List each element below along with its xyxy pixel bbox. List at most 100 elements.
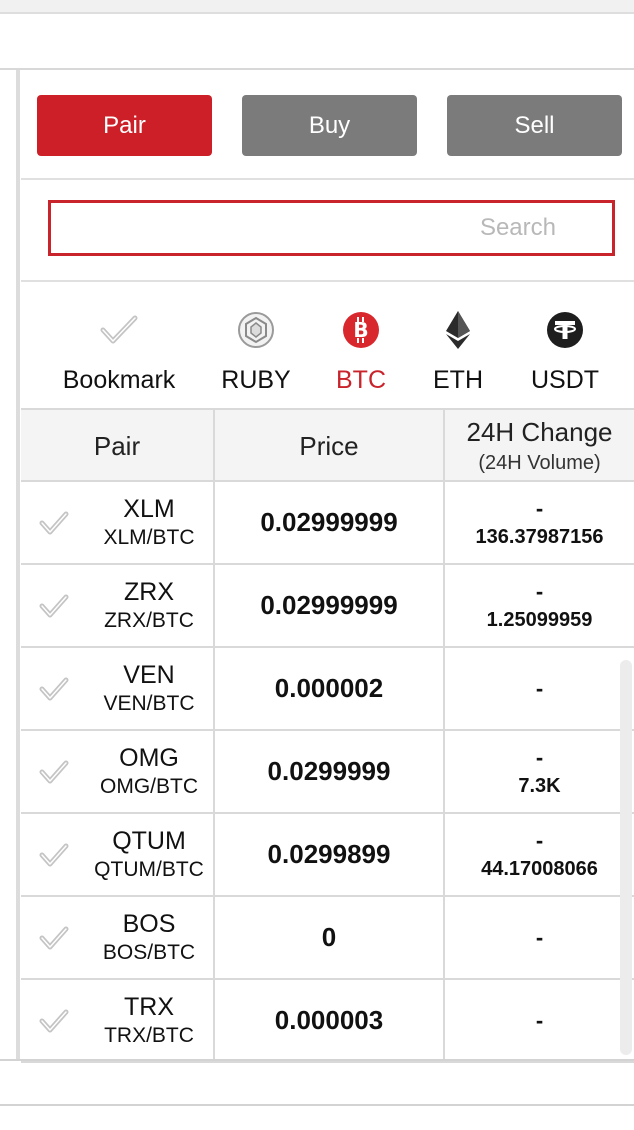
coin-symbol: OMG <box>119 744 179 772</box>
table-row[interactable]: BOS BOS/BTC 0 - <box>21 897 634 980</box>
header-sublabel: (24H Volume) <box>478 452 601 474</box>
market-usdt[interactable]: USDT <box>527 284 603 408</box>
search-input[interactable] <box>51 203 612 253</box>
coin-symbol: ZRX <box>124 578 174 606</box>
cell-pair: TRX TRX/BTC <box>21 980 215 1061</box>
pair-table: Pair Price 24H Change (24H Volume) XLM XL… <box>21 408 634 1063</box>
coin-symbol: TRX <box>124 993 174 1021</box>
tab-buy[interactable]: Buy <box>242 95 417 156</box>
change-value: - <box>535 579 544 604</box>
change-value: - <box>535 496 544 521</box>
coin-symbol: VEN <box>123 661 175 689</box>
coin-pair: XLM/BTC <box>103 526 195 549</box>
change-value: - <box>535 675 544 701</box>
market-label: Bookmark <box>62 366 176 394</box>
coin-pair: VEN/BTC <box>103 692 195 715</box>
market-panel: Pair Buy Sell Bookmark <box>21 70 634 1063</box>
table-header: Pair Price 24H Change (24H Volume) <box>21 408 634 482</box>
volume-value: 1.25099959 <box>486 609 593 631</box>
market-label: ETH <box>433 366 483 394</box>
tab-bar: Pair Buy Sell <box>21 70 634 180</box>
bookmark-check-icon[interactable] <box>39 925 69 951</box>
bitcoin-icon: B <box>341 310 381 350</box>
price-value: 0.000002 <box>274 673 384 703</box>
cell-price: 0.000002 <box>215 648 445 729</box>
table-row[interactable]: OMG OMG/BTC 0.0299999 - 7.3K <box>21 731 634 814</box>
volume-value: 136.37987156 <box>475 526 604 548</box>
bookmark-check-icon[interactable] <box>39 510 69 536</box>
bookmark-check-icon[interactable] <box>39 676 69 702</box>
coin-symbol: QTUM <box>112 827 186 855</box>
table-row[interactable]: VEN VEN/BTC 0.000002 - <box>21 648 634 731</box>
coin-name: ZRX ZRX/BTC <box>87 565 211 646</box>
top-bar <box>0 0 634 14</box>
price-value: 0.000003 <box>274 1005 384 1035</box>
cell-change: - 1.25099959 <box>445 565 634 646</box>
coin-pair: QTUM/BTC <box>94 858 204 881</box>
table-row[interactable]: TRX TRX/BTC 0.000003 - <box>21 980 634 1063</box>
left-divider <box>16 70 20 1060</box>
cell-pair: BOS BOS/BTC <box>21 897 215 978</box>
table-body: XLM XLM/BTC 0.02999999 - 136.37987156 ZRX ZRX/… <box>21 482 634 1063</box>
bookmark-check-icon[interactable] <box>39 593 69 619</box>
cell-pair: QTUM QTUM/BTC <box>21 814 215 895</box>
cell-pair: OMG OMG/BTC <box>21 731 215 812</box>
market-selector: Bookmark RUBY B BTC ETH USDT <box>21 284 634 408</box>
search-box <box>48 200 615 256</box>
tether-icon <box>545 310 585 350</box>
change-value: - <box>535 828 544 853</box>
coin-name: VEN VEN/BTC <box>87 648 211 729</box>
coin-name: QTUM QTUM/BTC <box>87 814 211 895</box>
svg-text:B: B <box>353 318 368 342</box>
market-bookmark[interactable]: Bookmark <box>63 284 175 408</box>
tab-sell[interactable]: Sell <box>447 95 622 156</box>
volume-value: 44.17008066 <box>481 858 598 880</box>
coin-name: XLM XLM/BTC <box>87 482 211 563</box>
coin-name: BOS BOS/BTC <box>87 897 211 978</box>
market-ruby[interactable]: RUBY <box>217 284 295 408</box>
scrollbar[interactable] <box>620 660 632 1055</box>
coin-pair: BOS/BTC <box>102 941 196 964</box>
change-value: - <box>535 1007 544 1033</box>
cell-price: 0.02999999 <box>215 565 445 646</box>
ruby-gem-icon <box>236 310 276 350</box>
bookmark-check-icon[interactable] <box>39 759 69 785</box>
table-row[interactable]: ZRX ZRX/BTC 0.02999999 - 1.25099959 <box>21 565 634 648</box>
table-row[interactable]: XLM XLM/BTC 0.02999999 - 136.37987156 <box>21 482 634 565</box>
change-value: - <box>535 745 544 770</box>
column-change[interactable]: 24H Change (24H Volume) <box>445 410 634 482</box>
price-value: 0.0299999 <box>267 756 391 786</box>
cell-pair: XLM XLM/BTC <box>21 482 215 563</box>
change-value: - <box>535 924 544 950</box>
check-icon <box>99 310 139 350</box>
cell-change: - <box>445 648 634 729</box>
coin-pair: TRX/BTC <box>104 1024 194 1047</box>
coin-name: OMG OMG/BTC <box>87 731 211 812</box>
coin-name: TRX TRX/BTC <box>87 980 211 1061</box>
coin-pair: ZRX/BTC <box>104 609 194 632</box>
cell-pair: VEN VEN/BTC <box>21 648 215 729</box>
bookmark-check-icon[interactable] <box>39 1008 69 1034</box>
market-label: USDT <box>530 366 600 394</box>
coin-pair: OMG/BTC <box>100 775 198 798</box>
cell-price: 0.02999999 <box>215 482 445 563</box>
cell-change: - 44.17008066 <box>445 814 634 895</box>
cell-change: - <box>445 897 634 978</box>
market-eth[interactable]: ETH <box>425 284 491 408</box>
cell-price: 0.000003 <box>215 980 445 1061</box>
table-row[interactable]: QTUM QTUM/BTC 0.0299899 - 44.17008066 <box>21 814 634 897</box>
market-label: RUBY <box>221 366 291 394</box>
column-pair[interactable]: Pair <box>21 410 215 482</box>
bookmark-check-icon[interactable] <box>39 842 69 868</box>
coin-symbol: XLM <box>123 495 175 523</box>
column-price[interactable]: Price <box>215 410 445 482</box>
header-label: Price <box>299 430 359 461</box>
divider <box>0 1059 634 1061</box>
price-value: 0.02999999 <box>260 507 398 537</box>
volume-value: 7.3K <box>518 775 561 797</box>
coin-symbol: BOS <box>122 910 176 938</box>
price-value: 0.0299899 <box>267 839 391 869</box>
tab-pair[interactable]: Pair <box>37 95 212 156</box>
market-btc[interactable]: B BTC <box>329 284 393 408</box>
cell-change: - <box>445 980 634 1061</box>
